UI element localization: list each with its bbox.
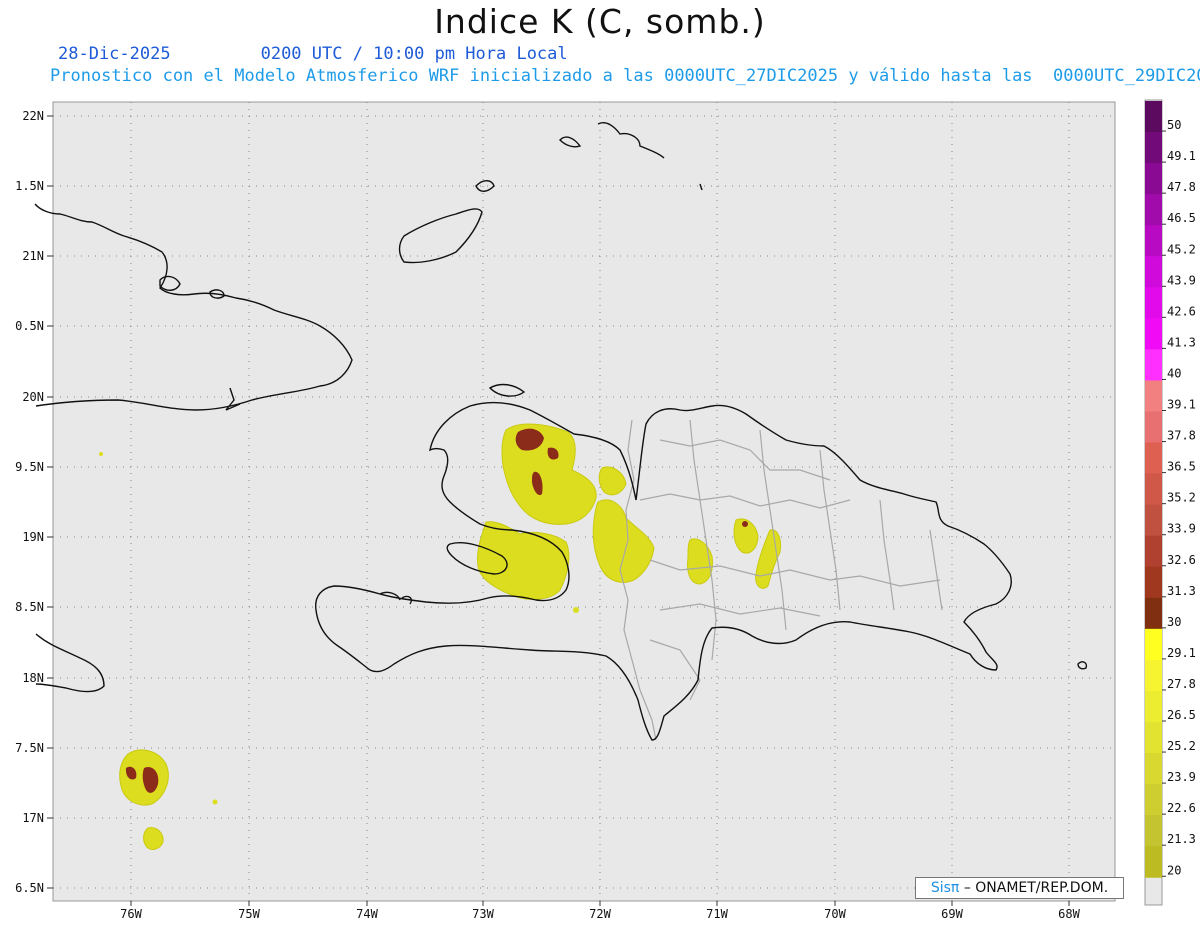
colorbar-labels: 50 49.1 47.8 46.5 45.2 43.9 42.6 41.3 40 39.1 37.8…	[1162, 118, 1196, 877]
colorbar-label: 32.6	[1167, 553, 1196, 567]
y-tick-label: 0.5N	[15, 319, 44, 333]
y-axis-labels: 22N 1.5N 21N 0.5N 20N 9.5N 19N 8.5N 18N …	[15, 109, 44, 895]
y-tick-label: 6.5N	[15, 881, 44, 895]
colorbar-label: 29.1	[1167, 646, 1196, 660]
sispi-logo: Sisπ	[930, 880, 960, 896]
colorbar-swatch	[1145, 722, 1162, 754]
x-tick-label: 70W	[824, 907, 846, 921]
colorbar-label: 42.6	[1167, 304, 1196, 318]
colorbar-swatch	[1145, 287, 1162, 319]
colorbar-label: 50	[1167, 118, 1181, 132]
y-tick-label: 22N	[22, 109, 44, 123]
colorbar-label: 47.8	[1167, 180, 1196, 194]
colorbar-swatch	[1145, 194, 1162, 226]
colorbar-swatch	[1145, 163, 1162, 195]
colorbar: 50 49.1 47.8 46.5 45.2 43.9 42.6 41.3 40 39.1 37.8…	[1144, 99, 1196, 906]
colorbar-swatch	[1145, 659, 1162, 692]
colorbar-label: 26.5	[1167, 708, 1196, 722]
colorbar-swatch	[1145, 753, 1162, 785]
colorbar-label: 33.9	[1167, 522, 1196, 536]
x-tick-label: 71W	[706, 907, 728, 921]
colorbar-label: 41.3	[1167, 335, 1196, 349]
x-tick-label: 72W	[589, 907, 611, 921]
k-area-dot	[573, 607, 579, 613]
credit-box: Sisπ – ONAMET/REP.DOM.	[915, 877, 1124, 899]
colorbar-label: 46.5	[1167, 211, 1196, 225]
colorbar-label: 36.5	[1167, 460, 1196, 474]
colorbar-swatch	[1145, 380, 1162, 412]
colorbar-label: 49.1	[1167, 149, 1196, 163]
colorbar-swatch	[1145, 815, 1162, 847]
colorbar-swatch	[1145, 349, 1162, 381]
y-tick-label: 7.5N	[15, 741, 44, 755]
colorbar-label: 45.2	[1167, 242, 1196, 256]
colorbar-swatch	[1145, 846, 1162, 878]
colorbar-label: 23.9	[1167, 770, 1196, 784]
credit-org: – ONAMET/REP.DOM.	[963, 880, 1109, 896]
k-area-dot	[99, 452, 103, 456]
colorbar-label: 43.9	[1167, 273, 1196, 287]
colorbar-label: 30	[1167, 615, 1181, 629]
y-tick-label: 8.5N	[15, 600, 44, 614]
colorbar-swatch	[1145, 628, 1162, 661]
colorbar-swatch	[1145, 784, 1162, 816]
x-tick-label: 69W	[941, 907, 963, 921]
colorbar-swatch	[1145, 690, 1162, 723]
colorbar-swatch	[1145, 225, 1162, 257]
colorbar-swatch	[1145, 101, 1162, 133]
colorbar-label: 25.2	[1167, 739, 1196, 753]
colorbar-swatch	[1145, 597, 1162, 630]
colorbar-swatch	[1145, 504, 1162, 537]
x-tick-label: 76W	[120, 907, 142, 921]
y-tick-label: 21N	[22, 249, 44, 263]
colorbar-swatch	[1145, 411, 1162, 444]
colorbar-label: 22.6	[1167, 801, 1196, 815]
colorbar-swatch	[1145, 318, 1162, 350]
colorbar-swatch	[1145, 566, 1162, 599]
y-tick-label: 9.5N	[15, 460, 44, 474]
y-tick-label: 20N	[22, 390, 44, 404]
colorbar-label: 20	[1167, 863, 1181, 877]
x-tick-label: 73W	[472, 907, 494, 921]
y-tick-label: 1.5N	[15, 179, 44, 193]
colorbar-label: 40	[1167, 366, 1181, 380]
y-tick-label: 19N	[22, 530, 44, 544]
x-tick-label: 74W	[356, 907, 378, 921]
x-tick-label: 68W	[1058, 907, 1080, 921]
colorbar-label: 37.8	[1167, 429, 1196, 443]
k-high-area	[742, 521, 748, 527]
y-tick-label: 18N	[22, 671, 44, 685]
colorbar-swatch	[1145, 256, 1162, 288]
map-figure: 22N 1.5N 21N 0.5N 20N 9.5N 19N 8.5N 18N …	[15, 99, 1196, 921]
colorbar-cells	[1145, 101, 1162, 878]
colorbar-label: 39.1	[1167, 398, 1196, 412]
x-axis-labels: 76W 75W 74W 73W 72W 71W 70W 69W 68W	[120, 907, 1080, 921]
x-tick-label: 75W	[238, 907, 260, 921]
colorbar-label: 21.3	[1167, 832, 1196, 846]
k-area-dot	[212, 799, 218, 805]
colorbar-label: 31.3	[1167, 584, 1196, 598]
colorbar-label: 27.8	[1167, 677, 1196, 691]
colorbar-swatch	[1145, 535, 1162, 568]
colorbar-swatch	[1145, 473, 1162, 506]
colorbar-swatch	[1145, 132, 1162, 164]
colorbar-swatch	[1145, 442, 1162, 475]
y-tick-label: 17N	[22, 811, 44, 825]
colorbar-label: 35.2	[1167, 491, 1196, 505]
